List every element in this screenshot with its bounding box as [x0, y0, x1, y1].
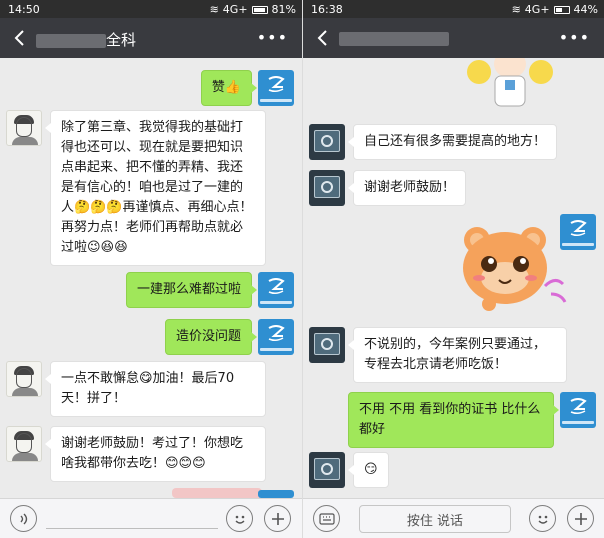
status-time: 14:50 — [8, 3, 40, 16]
cheer-sticker-image — [467, 58, 553, 107]
redacted-name — [36, 33, 106, 48]
message-bubble-outgoing[interactable]: 不用 不用 看到你的证书 比什么都好 — [348, 392, 559, 448]
message-bubble-incoming[interactable]: 😏 — [348, 452, 389, 488]
chevron-left-icon[interactable] — [10, 28, 30, 48]
status-bar: 16:38 ≋ 4G+ 44% — [303, 0, 604, 18]
avatar[interactable] — [6, 361, 42, 397]
avatar[interactable] — [560, 392, 596, 428]
battery-percent: 81% — [271, 3, 296, 16]
left-chat-screen: 14:50 ≋ 4G+ 81% 全科 ••• 赞👍 除了第三章、我觉得我的基础打… — [0, 0, 302, 538]
avatar[interactable] — [258, 272, 294, 308]
hold-to-talk-button[interactable]: 按住 说话 — [359, 505, 511, 533]
avatar[interactable] — [309, 124, 345, 160]
message-bubble-outgoing[interactable]: 一建那么难都过啦 — [125, 272, 258, 308]
message-bubble-incoming[interactable]: 一点不敢懈怠😋加油！最后70天！拼了！ — [45, 361, 266, 417]
message-bubble-outgoing[interactable]: 造价没问题 — [164, 319, 258, 355]
wifi-icon: ≋ — [511, 3, 521, 16]
status-bar: 14:50 ≋ 4G+ 81% — [0, 0, 302, 18]
message-bubble-incoming[interactable]: 不说别的，今年案例只要通过，专程去北京请老师吃饭！ — [348, 327, 567, 383]
battery-icon — [553, 5, 570, 14]
message-bubble-incoming[interactable]: 谢谢老师鼓励！考过了！你想吃啥我都带你去吃！😊😊😊 — [45, 426, 266, 482]
sticker-partial — [172, 488, 262, 498]
right-chat-screen: 16:38 ≋ 4G+ 44% ••• 自己还有很多需要提高的地方！ 谢谢老师鼓… — [302, 0, 604, 538]
battery-percent: 44% — [573, 3, 598, 16]
avatar[interactable] — [6, 110, 42, 146]
wifi-icon: ≋ — [209, 3, 219, 16]
avatar[interactable] — [309, 170, 345, 206]
avatar[interactable] — [258, 319, 294, 355]
emoji-icon[interactable] — [529, 505, 556, 532]
message-list: 自己还有很多需要提高的地方！ 谢谢老师鼓励！ 不说别的，今年案例只要通过，专程去… — [303, 58, 604, 498]
avatar[interactable] — [6, 426, 42, 462]
keyboard-icon[interactable] — [313, 505, 340, 532]
message-input[interactable] — [46, 528, 218, 529]
more-dots-icon[interactable]: ••• — [257, 28, 288, 47]
redacted-name — [339, 31, 449, 46]
chevron-left-icon[interactable] — [313, 28, 333, 48]
message-bubble-incoming[interactable]: 除了第三章、我觉得我的基础打得也还可以、现在就是要把知识点串起来、把不懂的弄精、… — [45, 110, 266, 266]
emoji-icon[interactable] — [226, 505, 253, 532]
avatar[interactable] — [258, 70, 294, 106]
brand-logo-icon — [570, 398, 587, 415]
plus-icon[interactable] — [567, 505, 594, 532]
title-bar: ••• — [303, 18, 604, 58]
network-label: 4G+ — [222, 3, 248, 16]
message-list: 赞👍 除了第三章、我觉得我的基础打得也还可以、现在就是要把知识点串起来、把不懂的… — [0, 58, 302, 498]
brand-logo-icon — [570, 220, 587, 237]
voice-icon[interactable] — [10, 505, 37, 532]
more-dots-icon[interactable]: ••• — [559, 28, 590, 47]
chat-title: 全科 — [36, 29, 136, 50]
message-bubble-outgoing[interactable]: 赞👍 — [200, 70, 258, 106]
title-bar: 全科 ••• — [0, 18, 302, 58]
brand-logo-icon — [268, 278, 285, 295]
battery-icon — [251, 5, 268, 14]
message-bubble-incoming[interactable]: 谢谢老师鼓励！ — [347, 170, 467, 206]
plus-icon[interactable] — [264, 505, 291, 532]
brand-logo-icon — [268, 76, 285, 93]
avatar[interactable] — [258, 490, 294, 498]
avatar[interactable] — [309, 452, 345, 488]
message-bubble-incoming[interactable]: 自己还有很多需要提高的地方！ — [347, 124, 558, 160]
brand-logo-icon — [268, 325, 285, 342]
network-label: 4G+ — [524, 3, 550, 16]
chat-title — [339, 29, 449, 47]
input-bar — [0, 498, 302, 538]
status-time: 16:38 — [311, 3, 343, 16]
bear-sticker-image[interactable] — [459, 224, 569, 316]
avatar[interactable] — [309, 327, 345, 363]
input-bar: 按住 说话 — [303, 498, 604, 538]
